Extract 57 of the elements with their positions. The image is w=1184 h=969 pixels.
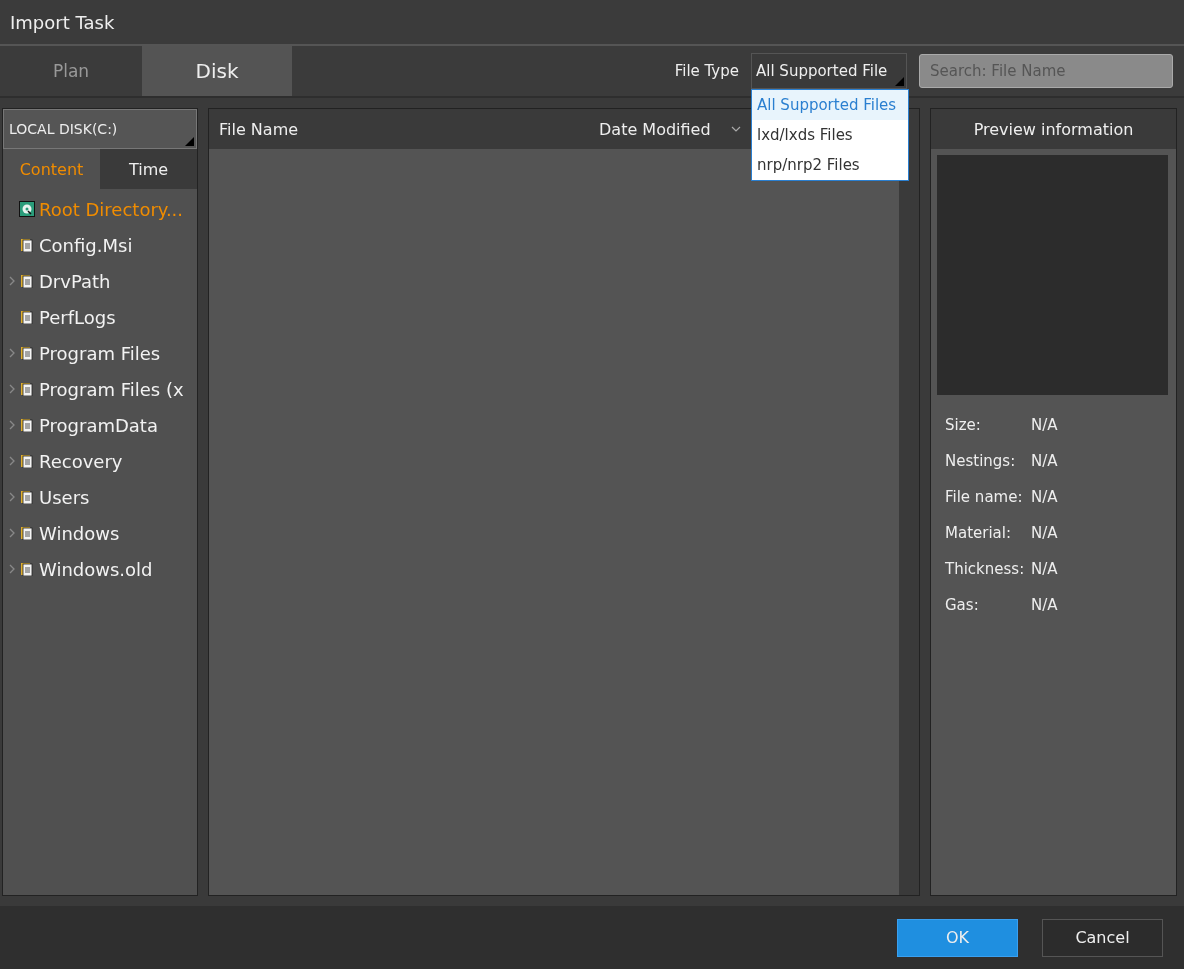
tab[interactable]: Disk [142,46,292,96]
folder-document-icon [21,238,33,252]
folder-document-icon [21,418,33,432]
expand-chevron-icon[interactable] [9,528,15,538]
expand-chevron-icon[interactable] [9,384,15,394]
tree-item[interactable]: Program Files [39,342,161,364]
tree-item[interactable]: DrvPath [39,270,111,292]
folder-document-icon [21,346,33,360]
field-value: N/A [1031,452,1058,470]
tree-item[interactable]: Recovery [39,450,123,472]
expand-chevron-icon[interactable] [9,456,15,466]
folder-document-icon [21,490,33,504]
tab[interactable]: Time [100,149,197,189]
folder-document-icon [21,274,33,288]
field-label: Material: [945,524,1012,542]
folder-document-icon [21,310,33,324]
tab[interactable]: Plan [0,46,142,96]
tree-item[interactable]: Users [39,486,90,508]
cancel-button[interactable]: Cancel [1042,918,1163,957]
tree-item[interactable]: Windows.old [39,558,153,580]
tree-item[interactable]: Config.Msi [39,234,133,256]
tree-item[interactable]: ProgramData [39,414,158,436]
field-label: Nestings: [945,452,1017,470]
scrollbar[interactable] [899,149,919,895]
field-label: Size: [945,416,982,434]
folder-document-icon [21,382,33,396]
field-value: N/A [1031,560,1058,578]
column-header[interactable]: Date Modified [599,119,727,139]
disk-icon [19,201,35,217]
folder-document-icon [21,562,33,576]
sort-chevron-icon[interactable] [731,126,741,132]
folder-document-icon [21,526,33,540]
expand-chevron-icon[interactable] [9,420,15,430]
dropdown-option[interactable]: nrp/nrp2 Files [752,150,908,180]
drive-dropdown[interactable]: LOCAL DISK(C:) [3,109,197,149]
field-label: Gas: [945,596,980,614]
window-title: Import Task [10,11,115,33]
folder-document-icon [21,454,33,468]
tree-item[interactable]: Program Files (x [39,378,184,400]
expand-chevron-icon[interactable] [9,348,15,358]
file-type-dropdown[interactable]: All Supported File [751,53,907,89]
column-header[interactable]: File Name [219,119,599,139]
dropdown-option[interactable]: All Supported Files [752,90,908,120]
panel-title: Preview information [931,109,1176,149]
tree-item[interactable]: Windows [39,522,120,544]
file-type-label: File Type [674,62,739,80]
expand-chevron-icon[interactable] [9,564,15,574]
dropdown-option[interactable]: lxd/lxds Files [752,120,908,150]
field-label: File name: [945,488,1024,506]
field-value: N/A [1031,524,1058,542]
tree-item[interactable]: PerfLogs [39,306,116,328]
expand-chevron-icon[interactable] [9,276,15,286]
field-value: N/A [1031,488,1058,506]
field-value: N/A [1031,416,1058,434]
field-value: N/A [1031,596,1058,614]
field-label: Thickness: [945,560,1026,578]
expand-chevron-icon[interactable] [9,492,15,502]
